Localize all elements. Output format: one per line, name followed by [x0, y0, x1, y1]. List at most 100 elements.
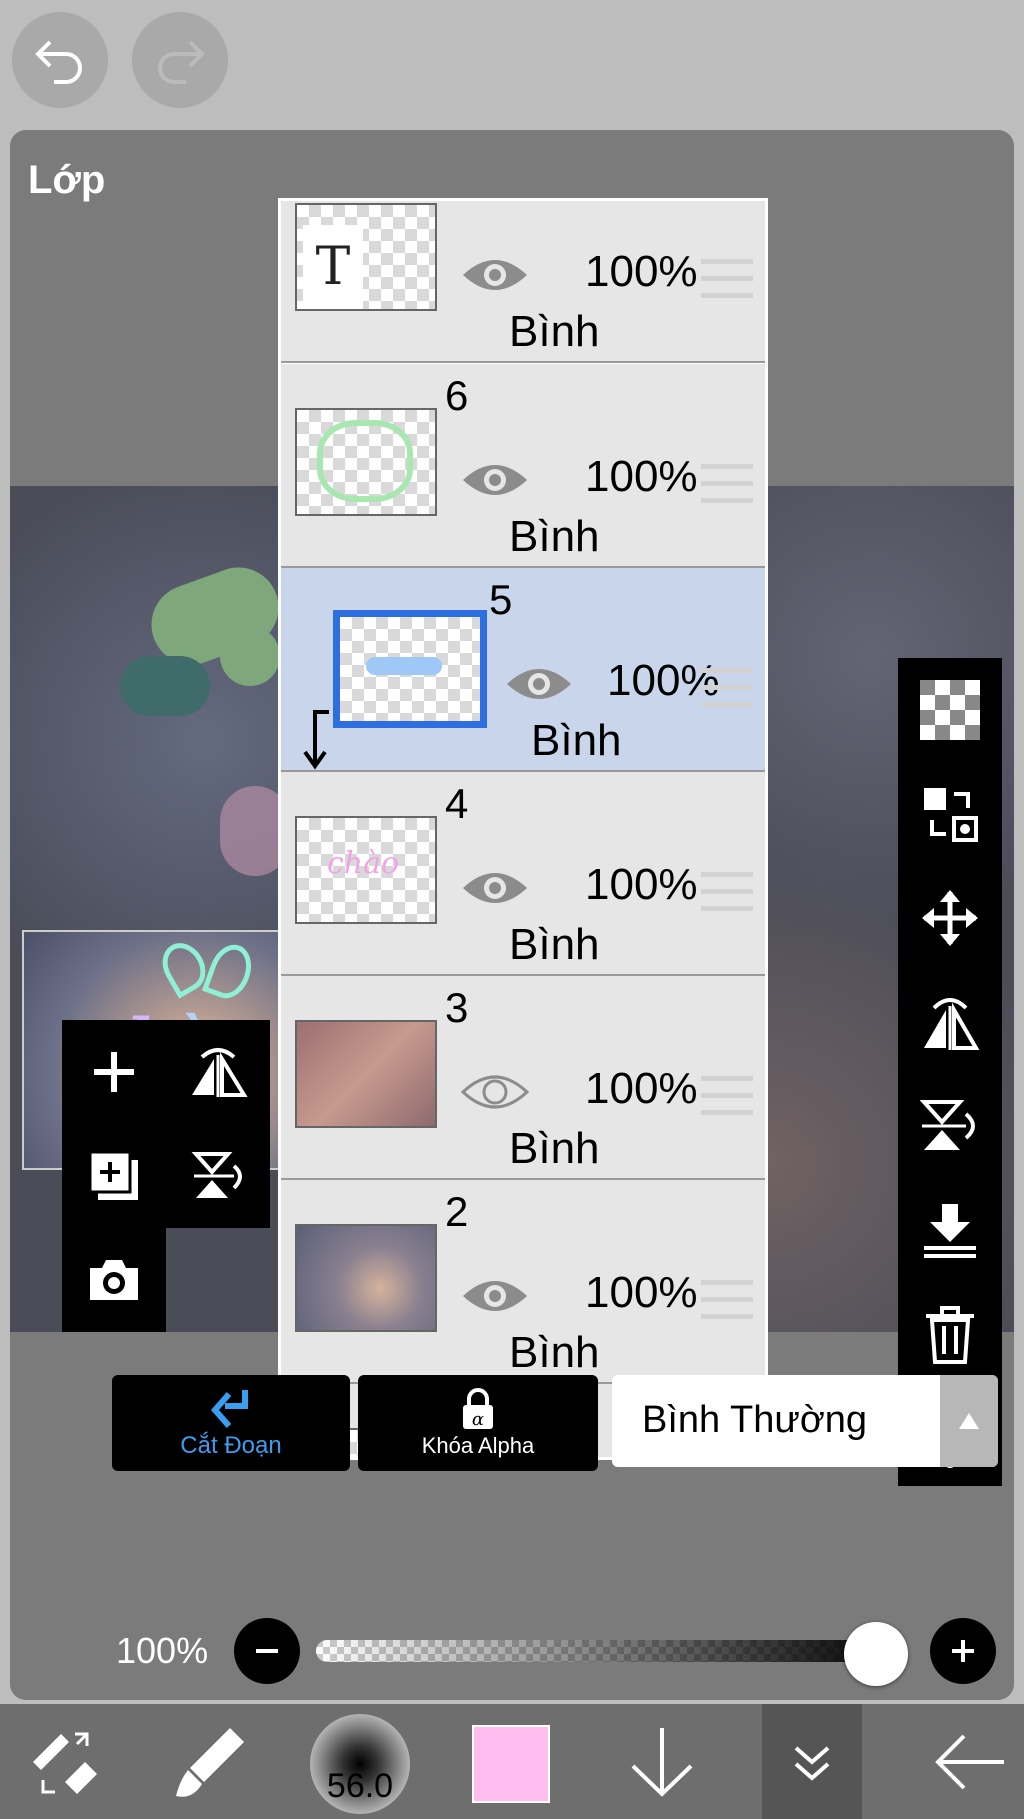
plus-icon — [952, 1640, 974, 1662]
color-swatch[interactable] — [472, 1725, 550, 1803]
redo-icon — [158, 40, 205, 84]
layer-number: 6 — [445, 372, 469, 419]
eye-icon[interactable] — [459, 253, 531, 302]
undo-button[interactable] — [12, 12, 108, 108]
layer-row[interactable]: 3100%Bình Thường — [281, 976, 765, 1223]
drag-handle-icon[interactable] — [701, 464, 753, 504]
alpha-lock-button[interactable]: α Khóa Alpha — [358, 1375, 598, 1471]
eye-hidden-icon[interactable] — [459, 1070, 531, 1119]
move-icon — [922, 890, 978, 946]
flip-horizontal-button[interactable] — [166, 1020, 270, 1124]
flip-vertical-icon — [920, 1100, 975, 1150]
opacity-decrease-button[interactable] — [234, 1618, 300, 1684]
duplicate-layer-icon — [88, 1150, 138, 1200]
layer-row[interactable]: 6100%Bình Thường — [281, 364, 765, 611]
camera-icon — [90, 1260, 138, 1300]
layer-row[interactable]: chào4100%Bình Thường — [281, 772, 765, 1019]
move-button[interactable] — [898, 866, 1002, 970]
eye-icon[interactable] — [503, 662, 575, 711]
eye-icon[interactable] — [459, 458, 531, 507]
transparency-icon — [920, 680, 980, 740]
layer-down-button[interactable] — [612, 1704, 712, 1819]
add-layer-icon — [94, 1052, 134, 1092]
merge-down-button[interactable] — [898, 1178, 1002, 1282]
redo-button[interactable] — [132, 12, 228, 108]
opacity-slider-knob[interactable] — [844, 1622, 908, 1686]
layer-opacity: 100% — [585, 452, 698, 501]
panel-title: Lớp — [28, 158, 106, 202]
brush-tool-button[interactable] — [160, 1704, 260, 1819]
opacity-slider[interactable] — [316, 1640, 898, 1662]
clipping-arrow-icon — [299, 708, 333, 777]
layer-thumbnail-text: chào — [327, 846, 400, 881]
drag-handle-icon[interactable] — [701, 259, 753, 299]
tool-switch-button[interactable] — [20, 1704, 110, 1819]
merge-down-icon — [924, 1204, 976, 1258]
blend-mode-select[interactable]: Bình Thường — [612, 1375, 998, 1467]
flip-vertical-right-button[interactable] — [898, 1074, 1002, 1178]
clipping-icon — [211, 1390, 248, 1428]
bottom-toolbar: 56.0 — [0, 1704, 1024, 1819]
layer-thumbnail — [295, 1224, 437, 1332]
svg-text:α: α — [472, 1409, 484, 1430]
clipping-label: Cắt Đoạn — [180, 1432, 282, 1459]
layer-opacity: 100% — [585, 860, 698, 909]
drag-handle-icon[interactable] — [701, 1076, 753, 1116]
layer-thumbnail-art — [317, 420, 413, 502]
swap-layers-button[interactable] — [898, 762, 1002, 866]
trash-icon — [926, 1306, 974, 1364]
blend-mode-arrow[interactable] — [940, 1375, 998, 1467]
add-layer-button[interactable] — [62, 1020, 166, 1124]
layer-thumbnail — [333, 610, 487, 728]
layer-thumbnail-art — [366, 657, 442, 675]
undo-icon — [35, 40, 82, 84]
clipping-button[interactable]: Cắt Đoạn — [112, 1375, 350, 1471]
flip-vertical-button[interactable] — [166, 1124, 270, 1228]
alpha-lock-label: Khóa Alpha — [421, 1433, 535, 1458]
duplicate-layer-button[interactable] — [62, 1124, 166, 1228]
import-photo-button[interactable] — [62, 1228, 166, 1332]
lock-icon: α — [463, 1388, 493, 1430]
back-button[interactable] — [920, 1704, 1020, 1819]
brush-size-value: 56.0 — [326, 1767, 394, 1805]
layer-number: 4 — [445, 780, 469, 827]
delete-layer-button[interactable] — [898, 1282, 1002, 1386]
layer-thumbnail: T — [295, 203, 437, 311]
layer-number: 3 — [445, 984, 469, 1031]
arrow-left-icon — [935, 1734, 1004, 1789]
drag-handle-icon[interactable] — [701, 1280, 753, 1320]
drag-handle-icon[interactable] — [701, 872, 753, 912]
arrow-down-icon — [631, 1727, 693, 1797]
layer-row[interactable]: 2100%Bình Thường — [281, 1180, 765, 1427]
brush-icon — [176, 1727, 244, 1797]
eye-icon[interactable] — [459, 1274, 531, 1323]
layer-opacity: 100% — [585, 247, 698, 296]
text-layer-glyph: T — [303, 225, 363, 309]
transparency-button[interactable] — [898, 658, 1002, 762]
flip-horizontal-right-button[interactable] — [898, 970, 1002, 1074]
layer-thumbnail — [295, 1020, 437, 1128]
layer-opacity: 100% — [585, 1268, 698, 1317]
layer-thumbnail: chào — [295, 816, 437, 924]
layer-thumbnail — [295, 408, 437, 516]
opacity-increase-button[interactable] — [930, 1618, 996, 1684]
opacity-label: 100% — [116, 1630, 209, 1671]
chevron-double-down-icon — [794, 1745, 830, 1781]
drag-handle-icon[interactable] — [701, 668, 753, 708]
triangle-up-icon — [959, 1413, 979, 1429]
layer-row[interactable]: T100%Bình Thường — [281, 201, 765, 406]
layer-row[interactable]: 5100%Bình Thường — [281, 568, 765, 815]
brush-eraser-switch-icon — [33, 1732, 97, 1794]
layer-number: 5 — [489, 576, 513, 623]
layer-number: 2 — [445, 1188, 469, 1235]
eye-icon[interactable] — [459, 866, 531, 915]
flip-horizontal-icon — [192, 1048, 248, 1097]
flip-horizontal-icon — [924, 998, 980, 1050]
layers-panel-toggle[interactable] — [762, 1704, 862, 1819]
layer-list[interactable]: T100%Bình Thường6100%Bình Thường5100%Bìn… — [278, 198, 768, 1460]
flip-vertical-icon — [191, 1152, 242, 1198]
minus-icon — [256, 1649, 278, 1653]
brush-size-button[interactable]: 56.0 — [310, 1714, 410, 1814]
layer-tools-right — [898, 658, 1002, 1486]
blend-mode-value: Bình Thường — [642, 1399, 868, 1441]
